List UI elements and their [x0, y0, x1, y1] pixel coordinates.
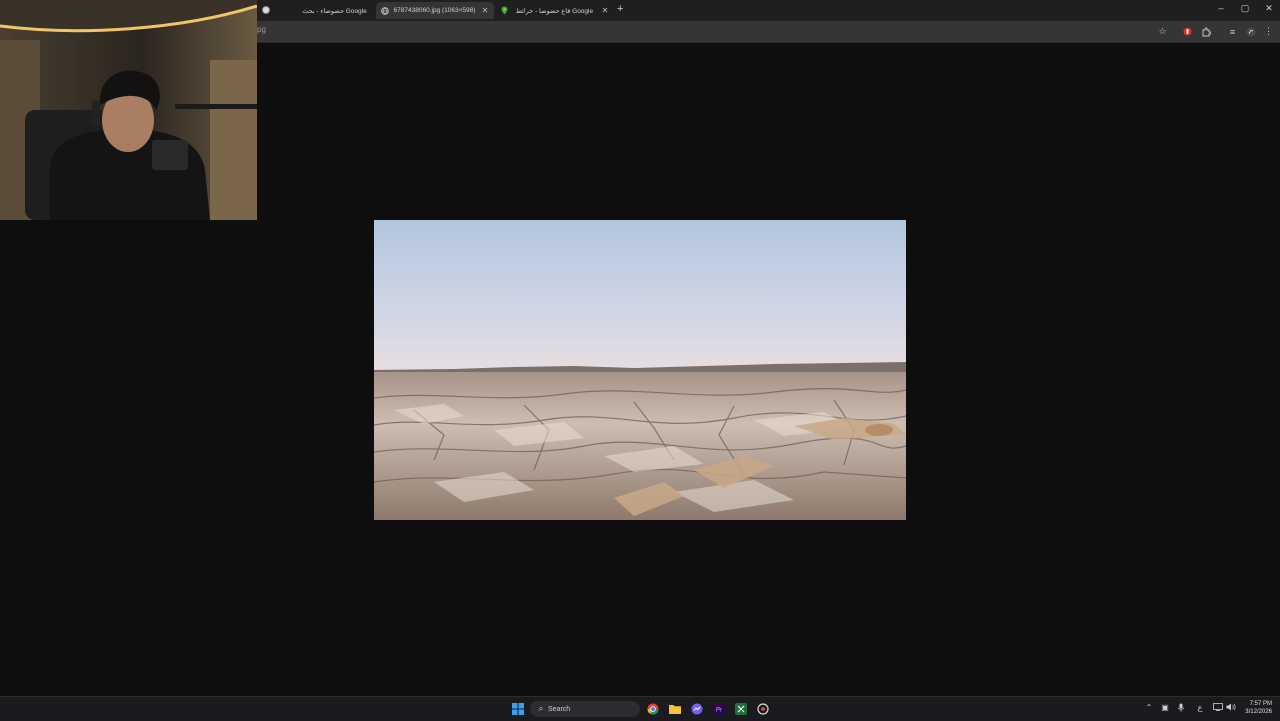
tab-title: 6787438060.jpg (1063×598) [393, 7, 476, 14]
clock-date: 3/12/2026 [1245, 709, 1272, 715]
extension-red-icon[interactable] [1182, 26, 1193, 37]
tray-app-icon[interactable]: ▣ [1159, 703, 1171, 712]
new-tab-plus-icon[interactable]: + [617, 3, 623, 15]
globe-icon [380, 6, 389, 15]
extensions-puzzle-icon[interactable] [1200, 26, 1211, 37]
app-icon[interactable] [756, 702, 769, 715]
restore-icon[interactable]: ▢ [1238, 3, 1252, 14]
chrome-icon[interactable] [646, 702, 659, 715]
search-label: Search [548, 705, 571, 713]
close-icon[interactable]: ✕ [480, 6, 490, 15]
tab-google-maps[interactable]: قاع حضوضا - خرائط Google ✕ [496, 2, 614, 19]
minimize-icon[interactable]: – [1214, 3, 1228, 13]
chevron-up-icon[interactable]: ⌃ [1143, 703, 1155, 712]
maps-pin-icon [500, 6, 509, 15]
clock-time: 7:57 PM [1249, 701, 1272, 707]
profile-avatar-icon[interactable] [1245, 26, 1256, 37]
media-control-icon[interactable]: ≡ [1227, 26, 1238, 37]
tab-title: قاع حضوضا - خرائط Google [515, 7, 594, 15]
bookmark-star-icon[interactable]: ☆ [1157, 26, 1168, 37]
webcam-overlay [0, 0, 257, 220]
system-clock[interactable]: 7:57 PM 3/12/2026 [1238, 700, 1272, 716]
network-icon[interactable] [1212, 703, 1224, 713]
tab-search-icon[interactable] [262, 6, 270, 14]
windows-taskbar: ⌕ Search Pr ⌃ ▣ ع 7:57 PM 3/12/2026 [0, 696, 1280, 721]
tab-image[interactable]: 6787438060.jpg (1063×598) ✕ [376, 2, 494, 19]
salt-flat-photo [374, 220, 906, 520]
tab-title: حضوضاء - بحث Google [302, 7, 367, 15]
search-icon: ⌕ [538, 704, 544, 713]
excel-icon[interactable] [734, 702, 747, 715]
address-bar[interactable]: pg [257, 25, 266, 34]
close-window-icon[interactable]: ✕ [1262, 3, 1276, 14]
start-icon[interactable] [511, 702, 524, 715]
microphone-icon[interactable] [1175, 703, 1187, 714]
svg-text:Pr: Pr [716, 707, 722, 713]
messenger-icon[interactable] [690, 702, 703, 715]
premiere-icon[interactable]: Pr [712, 702, 725, 715]
volume-icon[interactable] [1225, 703, 1237, 713]
taskbar-search[interactable]: ⌕ Search [530, 701, 640, 717]
menu-kebab-icon[interactable]: ⋮ [1263, 26, 1274, 37]
google-icon [280, 6, 289, 15]
close-icon[interactable]: ✕ [600, 6, 610, 15]
input-language[interactable]: ع [1194, 703, 1206, 712]
file-explorer-icon[interactable] [668, 702, 681, 715]
